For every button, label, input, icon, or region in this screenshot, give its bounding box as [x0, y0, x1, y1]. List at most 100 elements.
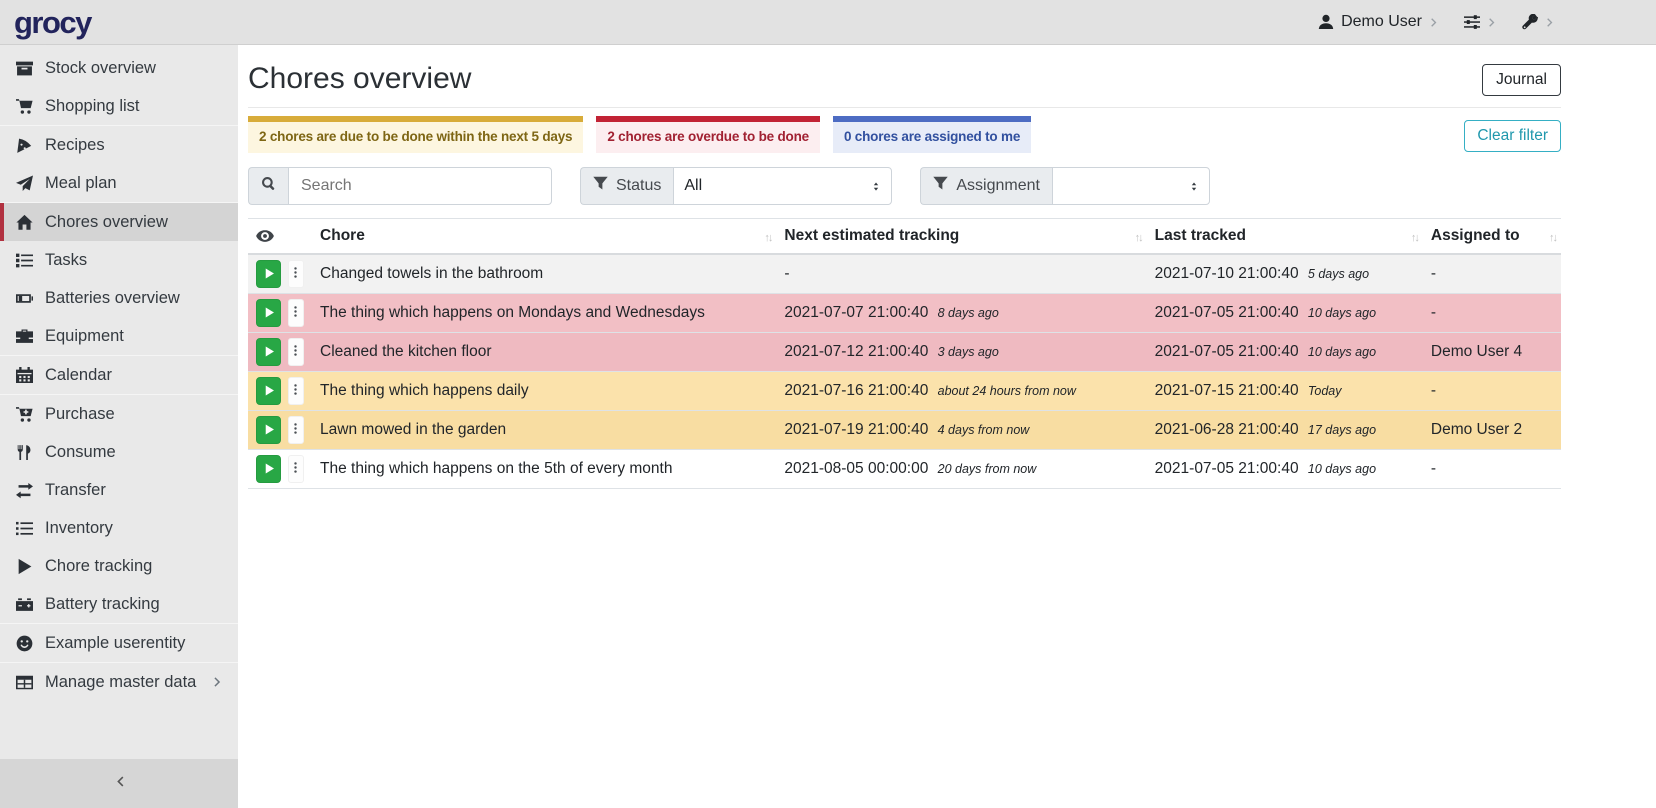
topbar-controls: Demo User — [1318, 13, 1556, 31]
column-header-chore[interactable]: Chore ↑↓ — [312, 219, 776, 255]
chore-context-menu-button[interactable] — [288, 260, 304, 288]
app-logo[interactable]: grocy — [14, 0, 91, 45]
sidebar-item-equipment[interactable]: Equipment — [0, 317, 238, 355]
sidebar-item-label: Manage master data — [45, 673, 196, 692]
sidebar-item-label: Equipment — [45, 327, 124, 346]
sidebar-item-tasks[interactable]: Tasks — [0, 241, 238, 279]
assignment-filter-select[interactable] — [1052, 167, 1210, 205]
ellipsis-v-icon — [289, 305, 302, 321]
sort-icon[interactable]: ↑↓ — [1549, 232, 1556, 244]
summary-filter-row: 2 chores are due to be done within the n… — [248, 116, 1561, 153]
sidebar-item-manage-master-data[interactable]: Manage master data — [0, 663, 238, 701]
cart-icon — [14, 98, 34, 115]
summary-filter-due-soon[interactable]: 2 chores are due to be done within the n… — [248, 116, 583, 153]
last-tracked-cell: 2021-07-05 21:00:40 10 days ago — [1147, 450, 1423, 489]
chore-context-menu-button[interactable] — [288, 416, 304, 444]
divider — [248, 107, 1561, 108]
last-tracked-cell: 2021-07-15 21:00:40 Today — [1147, 372, 1423, 411]
sidebar-item-consume[interactable]: Consume — [0, 433, 238, 471]
sidebar-nav: Stock overviewShopping listRecipes Meal p… — [0, 45, 238, 759]
pizza-icon — [14, 137, 34, 154]
search-input[interactable] — [288, 167, 552, 205]
clear-filter-button[interactable]: Clear filter — [1464, 120, 1561, 152]
track-chore-execution-button[interactable] — [256, 455, 281, 483]
track-chore-execution-button[interactable] — [256, 260, 281, 288]
last-tracked-relative: 10 days ago — [1308, 462, 1376, 476]
play-icon — [262, 423, 275, 438]
box-icon — [14, 60, 34, 77]
sidebar-item-example-userentity[interactable]: Example userentity — [0, 624, 238, 662]
sidebar-item-label: Transfer — [45, 481, 106, 500]
table-header-row: Chore ↑↓ Next estimated tracking ↑↓ Last… — [248, 219, 1561, 255]
sidebar-item-label: Consume — [45, 443, 116, 462]
chore-context-menu-button[interactable] — [288, 299, 304, 327]
next-tracking-cell: 2021-07-19 21:00:40 4 days from now — [776, 411, 1146, 450]
assigned-to-cell: - — [1423, 294, 1561, 333]
cart-plus-icon — [14, 406, 34, 423]
sidebar-item-purchase[interactable]: Purchase — [0, 395, 238, 433]
play-icon — [262, 462, 275, 477]
sidebar-item-label: Batteries overview — [45, 289, 180, 308]
chevron-right-icon — [1429, 17, 1440, 28]
sort-icon[interactable]: ↑↓ — [1411, 232, 1418, 244]
last-tracked-relative: 10 days ago — [1308, 345, 1376, 359]
track-chore-execution-button[interactable] — [256, 299, 281, 327]
sidebar-item-label: Meal plan — [45, 174, 117, 193]
journal-button[interactable]: Journal — [1482, 64, 1561, 96]
search-icon — [261, 176, 276, 196]
status-filter-group: Status All — [580, 167, 892, 205]
sidebar-item-recipes[interactable]: Recipes — [0, 126, 238, 164]
status-filter-select[interactable]: All — [673, 167, 892, 205]
last-tracked-relative: 17 days ago — [1308, 423, 1376, 437]
column-header-last-tracked[interactable]: Last tracked ↑↓ — [1147, 219, 1423, 255]
last-tracked-cell: 2021-06-28 21:00:40 17 days ago — [1147, 411, 1423, 450]
sidebar-item-stock-overview[interactable]: Stock overview — [0, 49, 238, 87]
chore-row: The thing which happens on the 5th of ev… — [248, 450, 1561, 489]
sidebar-item-inventory[interactable]: Inventory — [0, 509, 238, 547]
sidebar-collapse-button[interactable] — [0, 759, 238, 808]
track-chore-execution-button[interactable] — [256, 416, 281, 444]
summary-filter-overdue[interactable]: 2 chores are overdue to be done — [596, 116, 820, 153]
chore-row: Cleaned the kitchen floor2021-07-12 21:0… — [248, 333, 1561, 372]
sidebar-item-shopping-list[interactable]: Shopping list — [0, 87, 238, 125]
sidebar-item-calendar[interactable]: Calendar — [0, 356, 238, 394]
sort-icon[interactable]: ↑↓ — [1135, 232, 1142, 244]
assigned-to-cell: Demo User 2 — [1423, 411, 1561, 450]
play-icon — [262, 267, 275, 282]
summary-filter-assigned[interactable]: 0 chores are assigned to me — [833, 116, 1031, 153]
sidebar-item-label: Calendar — [45, 366, 112, 385]
column-header-next-tracking[interactable]: Next estimated tracking ↑↓ — [776, 219, 1146, 255]
sidebar-item-meal-plan[interactable]: Meal plan — [0, 164, 238, 202]
column-visibility-header[interactable] — [248, 219, 312, 255]
chore-context-menu-button[interactable] — [288, 377, 304, 405]
chore-row: The thing which happens daily2021-07-16 … — [248, 372, 1561, 411]
paper-plane-icon — [14, 175, 34, 192]
play-icon — [262, 345, 275, 360]
track-chore-execution-button[interactable] — [256, 338, 281, 366]
sidebar-item-battery-tracking[interactable]: Battery tracking — [0, 585, 238, 623]
settings-menu[interactable] — [1464, 14, 1498, 30]
chevron-right-icon — [1545, 17, 1556, 28]
car-battery-icon — [14, 596, 34, 613]
sort-icon[interactable]: ↑↓ — [764, 232, 771, 244]
user-menu[interactable]: Demo User — [1318, 13, 1440, 31]
sidebar-item-transfer[interactable]: Transfer — [0, 471, 238, 509]
assigned-to-cell: - — [1423, 450, 1561, 489]
column-header-assigned-to[interactable]: Assigned to ↑↓ — [1423, 219, 1561, 255]
sidebar-item-chores-overview[interactable]: Chores overview — [0, 203, 238, 241]
chore-name-cell: The thing which happens daily — [312, 372, 776, 411]
next-tracking-cell: 2021-07-12 21:00:40 3 days ago — [776, 333, 1146, 372]
sidebar-item-label: Chores overview — [45, 213, 168, 232]
status-filter-label: Status — [616, 177, 661, 195]
assigned-to-cell: - — [1423, 372, 1561, 411]
sidebar-item-batteries-overview[interactable]: Batteries overview — [0, 279, 238, 317]
admin-menu[interactable] — [1522, 14, 1556, 30]
chore-context-menu-button[interactable] — [288, 455, 304, 483]
list-icon — [14, 520, 34, 537]
caret-updown-icon — [1189, 179, 1199, 194]
next-tracking-relative: 3 days ago — [938, 345, 999, 359]
smile-icon — [14, 635, 34, 652]
track-chore-execution-button[interactable] — [256, 377, 281, 405]
sidebar-item-chore-tracking[interactable]: Chore tracking — [0, 547, 238, 585]
chore-context-menu-button[interactable] — [288, 338, 304, 366]
